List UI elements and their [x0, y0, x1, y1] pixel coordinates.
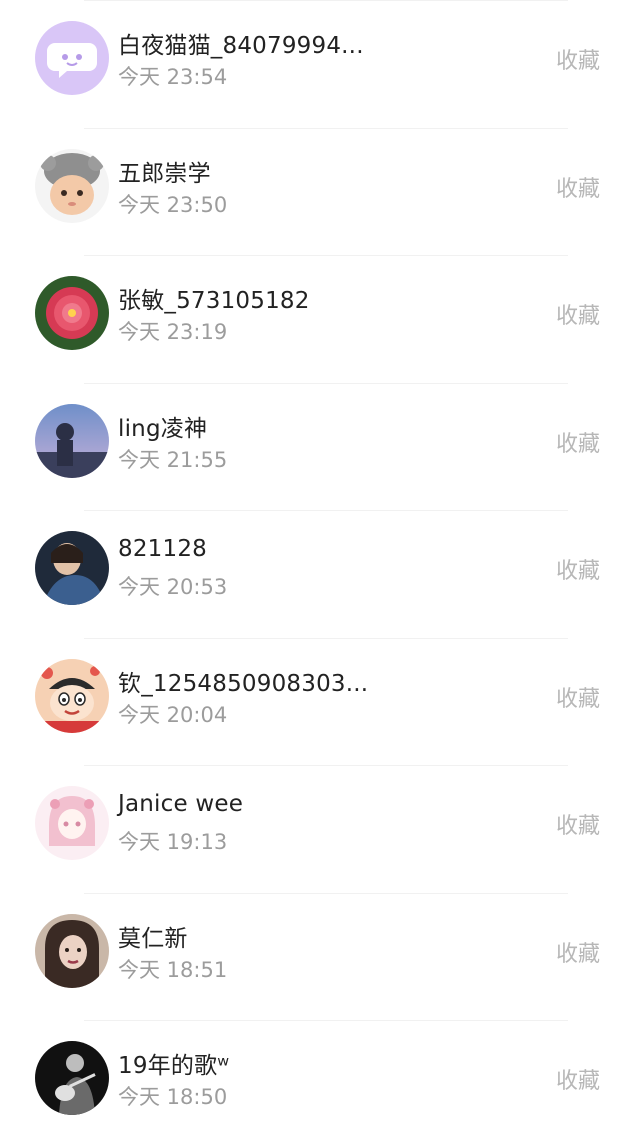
- list-item[interactable]: ling凌神 今天 21:55 收藏: [0, 382, 640, 511]
- timestamp: 今天 19:13: [118, 830, 228, 854]
- timestamp: 今天 18:51: [118, 957, 228, 982]
- guitar-player-photo-avatar[interactable]: [35, 1041, 109, 1115]
- list-item[interactable]: 19年的歌ʷ 今天 18:50 收藏: [0, 1020, 640, 1148]
- collect-button[interactable]: 收藏: [556, 553, 600, 585]
- user-name[interactable]: Janice wee: [118, 791, 243, 817]
- divider: [84, 1020, 568, 1021]
- portrait-photo-avatar[interactable]: [35, 913, 109, 988]
- user-name[interactable]: ling凌神: [118, 409, 207, 443]
- list-item[interactable]: 张敏_573105182 今天 23:19 收藏: [0, 255, 640, 383]
- user-name[interactable]: 五郎崇学: [118, 154, 211, 188]
- user-list: 白夜猫猫_84079994... 今天 23:54 收藏 五郎崇学 今天 23:…: [0, 0, 640, 1130]
- divider: [84, 510, 568, 511]
- collect-button[interactable]: 收藏: [556, 298, 600, 330]
- collect-button[interactable]: 收藏: [556, 1063, 600, 1095]
- divider: [84, 382, 568, 384]
- list-item[interactable]: Janice wee 今天 19:13 收藏: [0, 765, 640, 893]
- timestamp: 今天 20:53: [118, 575, 228, 599]
- divider: [84, 127, 568, 129]
- collect-button[interactable]: 收藏: [556, 426, 600, 458]
- list-item[interactable]: 钦_1254850908303... 今天 20:04 收藏: [0, 637, 640, 766]
- anime-girl-avatar[interactable]: [35, 786, 109, 860]
- flower-photo-avatar[interactable]: [35, 276, 109, 350]
- timestamp: 今天 21:55: [118, 447, 228, 472]
- timestamp: 今天 18:50: [118, 1085, 228, 1109]
- user-name[interactable]: 821128: [118, 536, 207, 562]
- night-sky-photo-avatar[interactable]: [35, 403, 109, 478]
- list-item[interactable]: 五郎崇学 今天 23:50 收藏: [0, 127, 640, 256]
- user-name[interactable]: 白夜猫猫_84079994...: [118, 26, 364, 60]
- collect-button[interactable]: 收藏: [556, 808, 600, 840]
- timestamp: 今天 20:04: [118, 702, 228, 727]
- collect-button[interactable]: 收藏: [556, 936, 600, 968]
- divider: [84, 255, 568, 256]
- timestamp: 今天 23:19: [118, 320, 228, 344]
- list-item[interactable]: 白夜猫猫_84079994... 今天 23:54 收藏: [0, 0, 640, 128]
- user-name[interactable]: 莫仁新: [118, 919, 188, 953]
- user-name[interactable]: 钦_1254850908303...: [118, 664, 368, 698]
- collect-button[interactable]: 收藏: [556, 681, 600, 713]
- list-item[interactable]: 821128 今天 20:53 收藏: [0, 510, 640, 638]
- user-name[interactable]: 张敏_573105182: [118, 281, 310, 315]
- divider: [84, 0, 568, 1]
- divider: [84, 892, 568, 894]
- cartoon-chat-bubble-avatar[interactable]: [35, 21, 109, 95]
- divider: [84, 637, 568, 639]
- collect-button[interactable]: 收藏: [556, 43, 600, 75]
- divider: [84, 765, 568, 766]
- user-name[interactable]: 19年的歌ʷ: [118, 1046, 229, 1080]
- timestamp: 今天 23:54: [118, 65, 228, 89]
- timestamp: 今天 23:50: [118, 192, 228, 217]
- cartoon-boy-avatar[interactable]: [35, 658, 109, 733]
- baby-photo-avatar[interactable]: [35, 148, 109, 223]
- list-item[interactable]: 莫仁新 今天 18:51 收藏: [0, 892, 640, 1021]
- person-photo-avatar[interactable]: [35, 531, 109, 605]
- collect-button[interactable]: 收藏: [556, 171, 600, 203]
